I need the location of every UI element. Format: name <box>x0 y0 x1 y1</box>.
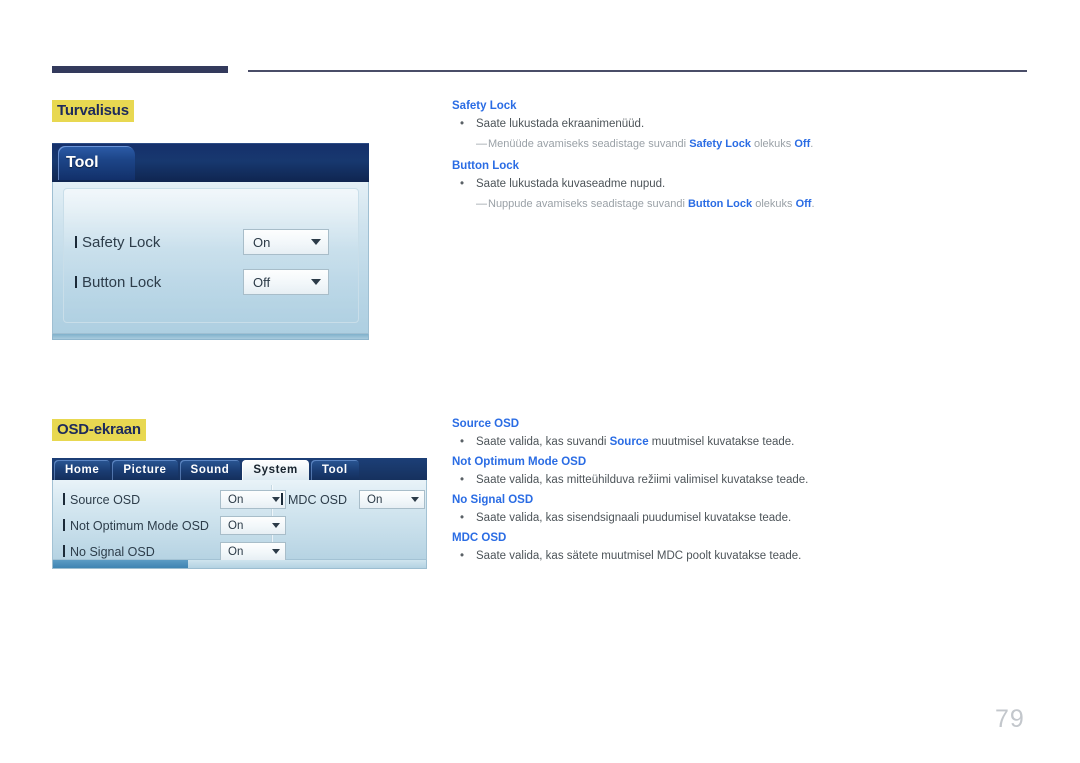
note-prefix: Menüüde avamiseks seadistage suvandi <box>488 138 690 150</box>
section-title-security: Turvalisus <box>52 100 134 122</box>
tab-home[interactable]: Home <box>54 460 111 480</box>
description-group-osd: Source OSD • Saate valida, kas suvandi S… <box>452 417 1027 569</box>
description-heading-safety-lock: Safety Lock <box>452 100 517 112</box>
tab-sound[interactable]: Sound <box>179 460 241 480</box>
description-heading-mdc-osd: MDC OSD <box>452 532 507 544</box>
description-bullet-text: Saate lukustada kuvaseadme nupud. <box>476 178 666 190</box>
osd-row-not-optimum-mode-osd: Not Optimum Mode OSD On <box>63 516 286 535</box>
chevron-down-icon <box>272 549 280 554</box>
osd-system-body: Source OSD On Not Optimum Mode OSD On No… <box>52 480 427 561</box>
tab-tool[interactable]: Tool <box>310 460 359 480</box>
tool-panel-footer <box>52 334 369 340</box>
osd-dropdown-not-optimum-mode-osd[interactable]: On <box>220 516 286 535</box>
osd-label-safety-lock: Safety Lock <box>75 234 243 251</box>
description-bullet-button-lock: • Saate lukustada kuvaseadme nupud. <box>452 177 1027 192</box>
note-prefix: Nuppude avamiseks seadistage suvandi <box>488 198 688 210</box>
tool-panel-inner-frame <box>63 188 359 323</box>
osd-dropdown-mdc-osd[interactable]: On <box>359 490 425 509</box>
bullet-icon: • <box>460 118 465 130</box>
osd-dropdown-safety-lock[interactable]: On <box>243 229 329 255</box>
osd-dropdown-source-osd-value: On <box>228 493 244 506</box>
dash-icon: — <box>476 198 487 210</box>
osd-row-no-signal-osd: No Signal OSD On <box>63 542 286 561</box>
osd-row-safety-lock: Safety Lock On <box>75 229 329 255</box>
description-bullet-source-osd: • Saate valida, kas suvandi Source muutm… <box>452 435 1027 450</box>
osd-panel-system: Home Picture Sound System Tool Source OS… <box>52 458 427 571</box>
osd-row-button-lock: Button Lock Off <box>75 269 329 295</box>
description-note-button-lock: — Nuppude avamiseks seadistage suvandi B… <box>452 197 1027 212</box>
note-middle: olekuks <box>752 198 796 210</box>
bullet-prefix: Saate valida, kas suvandi <box>476 436 610 448</box>
bullet-suffix: muutmisel kuvatakse teade. <box>648 436 795 448</box>
tool-panel-header: Tool <box>52 143 369 182</box>
description-bullet-safety-lock: • Saate lukustada ekraanimenüüd. <box>452 117 1027 132</box>
note-value: Off <box>795 198 812 210</box>
description-note-safety-lock: — Menüüde avamiseks seadistage suvandi S… <box>452 137 1027 152</box>
chevron-down-icon <box>311 279 321 285</box>
chevron-down-icon <box>311 239 321 245</box>
osd-dropdown-mdc-osd-value: On <box>367 493 383 506</box>
description-bullet-text: Saate lukustada ekraanimenüüd. <box>476 118 645 130</box>
note-suffix: . <box>811 198 815 210</box>
osd-tab-bar: Home Picture Sound System Tool <box>52 458 427 480</box>
description-heading-not-optimum-mode-osd: Not Optimum Mode OSD <box>452 456 587 468</box>
description-bullet-mdc-osd: • Saate valida, kas sätete muutmisel MDC… <box>452 549 1027 564</box>
dash-icon: — <box>476 138 487 150</box>
osd-dropdown-no-signal-osd-value: On <box>228 545 244 558</box>
section-title-osd: OSD-ekraan <box>52 419 146 441</box>
note-term: Safety Lock <box>689 138 751 150</box>
osd-dropdown-not-optimum-mode-osd-value: On <box>228 519 244 532</box>
osd-label-no-signal-osd: No Signal OSD <box>63 545 220 559</box>
osd-label-not-optimum-mode-osd: Not Optimum Mode OSD <box>63 519 220 533</box>
note-value: Off <box>794 138 811 150</box>
osd-dropdown-button-lock-value: Off <box>253 274 271 290</box>
note-suffix: . <box>810 138 814 150</box>
bullet-icon: • <box>460 474 465 486</box>
osd-horizontal-scrollbar[interactable] <box>52 560 427 569</box>
description-bullet-not-optimum-mode-osd: • Saate valida, kas mitteühilduva režiim… <box>452 473 1027 488</box>
osd-dropdown-safety-lock-value: On <box>253 234 271 250</box>
chevron-down-icon <box>411 497 419 502</box>
header-rule-thick <box>52 66 228 73</box>
description-heading-button-lock: Button Lock <box>452 160 520 172</box>
tab-system[interactable]: System <box>242 460 309 480</box>
note-middle: olekuks <box>750 138 795 150</box>
osd-dropdown-button-lock[interactable]: Off <box>243 269 329 295</box>
description-bullet-text: Saate valida, kas sisendsignaali puudumi… <box>476 512 792 524</box>
description-heading-source-osd: Source OSD <box>452 418 520 430</box>
description-bullet-no-signal-osd: • Saate valida, kas sisendsignaali puudu… <box>452 511 1027 526</box>
note-term: Button Lock <box>687 198 753 210</box>
osd-panel-tool: Tool Safety Lock On Button Lock Off <box>52 143 369 340</box>
page-number: 79 <box>995 705 1025 733</box>
osd-label-source-osd: Source OSD <box>63 493 220 507</box>
scrollbar-thumb[interactable] <box>53 560 188 568</box>
bullet-icon: • <box>460 512 465 524</box>
bullet-icon: • <box>460 436 465 448</box>
header-rule-thin <box>248 70 1027 72</box>
osd-dropdown-source-osd[interactable]: On <box>220 490 286 509</box>
tab-picture[interactable]: Picture <box>112 460 178 480</box>
bullet-term: Source <box>609 436 649 448</box>
tab-tool[interactable]: Tool <box>58 146 135 180</box>
osd-row-source-osd: Source OSD On <box>63 490 286 509</box>
description-bullet-text: Saate valida, kas sätete muutmisel MDC p… <box>476 550 802 562</box>
osd-row-mdc-osd: MDC OSD On <box>281 490 425 509</box>
osd-label-mdc-osd: MDC OSD <box>281 493 359 507</box>
osd-label-button-lock: Button Lock <box>75 274 243 291</box>
description-group-security: Safety Lock • Saate lukustada ekraanimen… <box>452 99 1027 219</box>
chevron-down-icon <box>272 497 280 502</box>
chevron-down-icon <box>272 523 280 528</box>
osd-dropdown-no-signal-osd[interactable]: On <box>220 542 286 561</box>
bullet-icon: • <box>460 550 465 562</box>
bullet-icon: • <box>460 178 465 190</box>
tool-panel-body: Safety Lock On Button Lock Off <box>52 182 369 334</box>
description-bullet-text: Saate valida, kas mitteühilduva režiimi … <box>476 474 809 486</box>
description-heading-no-signal-osd: No Signal OSD <box>452 494 534 506</box>
